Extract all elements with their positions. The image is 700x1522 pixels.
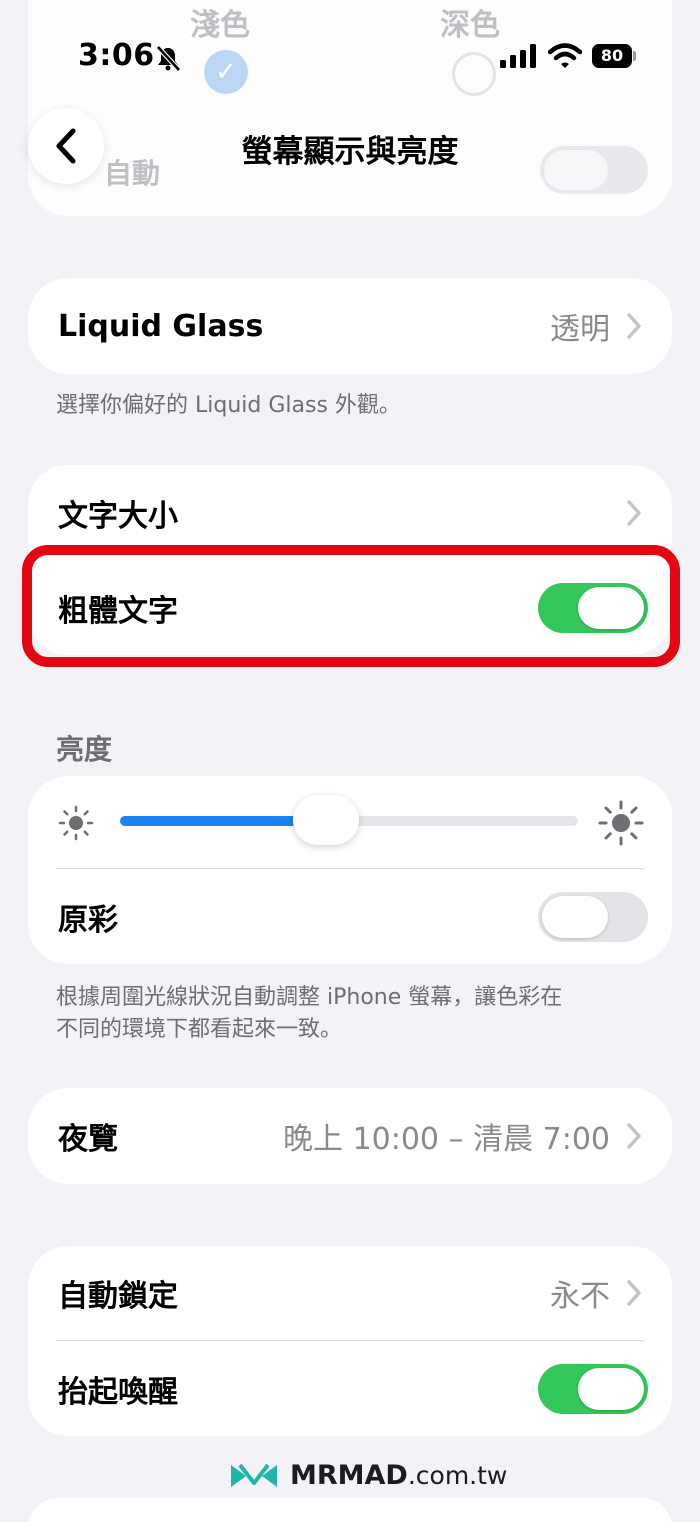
ghost-dark-label: 深色 — [440, 8, 500, 43]
ghost-light-label: 淺色 — [190, 8, 250, 43]
chevron-left-icon — [56, 128, 76, 164]
ghost-radio-icon — [452, 52, 496, 96]
battery-icon: 80 — [592, 44, 632, 68]
chevron-right-icon — [627, 500, 641, 526]
chevron-right-icon — [627, 1280, 641, 1306]
brightness-header: 亮度 — [56, 733, 113, 766]
watermark-brand: MRMAD — [290, 1460, 408, 1491]
text-size-label: 文字大小 — [58, 499, 178, 534]
watermark-domain: .com.tw — [407, 1461, 508, 1490]
watermark: MRMAD .com.tw — [228, 1460, 507, 1491]
sun-min-icon — [58, 805, 94, 841]
true-tone-caption-line1: 根據周圍光線狀況自動調整 iPhone 螢幕，讓色彩在 — [56, 985, 563, 1010]
wifi-icon — [548, 43, 582, 68]
true-tone-toggle[interactable] — [538, 891, 648, 942]
brightness-slider[interactable] — [120, 795, 578, 845]
auto-lock-value: 永不 — [550, 1279, 610, 1314]
lock-card: 自動鎖定 永不 抬起喚醒 — [28, 1246, 672, 1436]
page-title: 螢幕顯示與亮度 — [241, 134, 459, 170]
liquid-glass-card: Liquid Glass 透明 — [28, 278, 672, 374]
sun-max-icon — [598, 800, 644, 846]
ghost-auto-toggle — [540, 146, 648, 194]
liquid-glass-value: 透明 — [550, 312, 610, 347]
chevron-right-icon — [627, 1123, 641, 1149]
true-tone-row: 原彩 — [28, 869, 672, 964]
cellular-signal-icon — [500, 44, 536, 68]
chevron-right-icon — [627, 313, 641, 339]
brightness-slider-knob[interactable] — [293, 795, 360, 845]
status-time: 3:06 — [78, 38, 155, 73]
battery-tip — [633, 51, 636, 61]
raise-to-wake-row: 抬起喚醒 — [28, 1341, 672, 1436]
night-shift-value: 晚上 10:00 – 清晨 7:00 — [283, 1122, 610, 1157]
true-tone-label: 原彩 — [58, 902, 118, 938]
toggle-knob — [542, 895, 608, 938]
night-shift-label: 夜覽 — [58, 1122, 118, 1157]
highlight-frame — [22, 545, 680, 667]
liquid-glass-caption: 選擇你偏好的 Liquid Glass 外觀。 — [56, 393, 401, 418]
night-shift-card: 夜覽 晚上 10:00 – 清晨 7:00 — [28, 1088, 672, 1184]
auto-lock-label: 自動鎖定 — [58, 1279, 178, 1314]
mrmad-logo-icon — [231, 1463, 277, 1487]
liquid-glass-label: Liquid Glass — [58, 308, 264, 344]
true-tone-caption: 根據周圍光線狀況自動調整 iPhone 螢幕，讓色彩在 不同的環境下都看起來一致… — [56, 982, 656, 1046]
liquid-glass-row[interactable]: Liquid Glass 透明 — [28, 278, 672, 374]
next-card-partial — [28, 1498, 672, 1522]
brightness-card: 原彩 — [28, 776, 672, 964]
auto-lock-row[interactable]: 自動鎖定 永不 — [28, 1246, 672, 1340]
night-shift-row[interactable]: 夜覽 晚上 10:00 – 清晨 7:00 — [28, 1088, 672, 1184]
raise-to-wake-label: 抬起喚醒 — [58, 1374, 178, 1410]
toggle-knob — [578, 1367, 644, 1410]
back-button[interactable] — [28, 108, 104, 184]
bell-slash-icon — [156, 45, 181, 72]
true-tone-caption-line2: 不同的環境下都看起來一致。 — [56, 1017, 343, 1042]
ghost-checkmark-icon: ✓ — [204, 50, 248, 94]
raise-to-wake-toggle[interactable] — [538, 1363, 648, 1414]
